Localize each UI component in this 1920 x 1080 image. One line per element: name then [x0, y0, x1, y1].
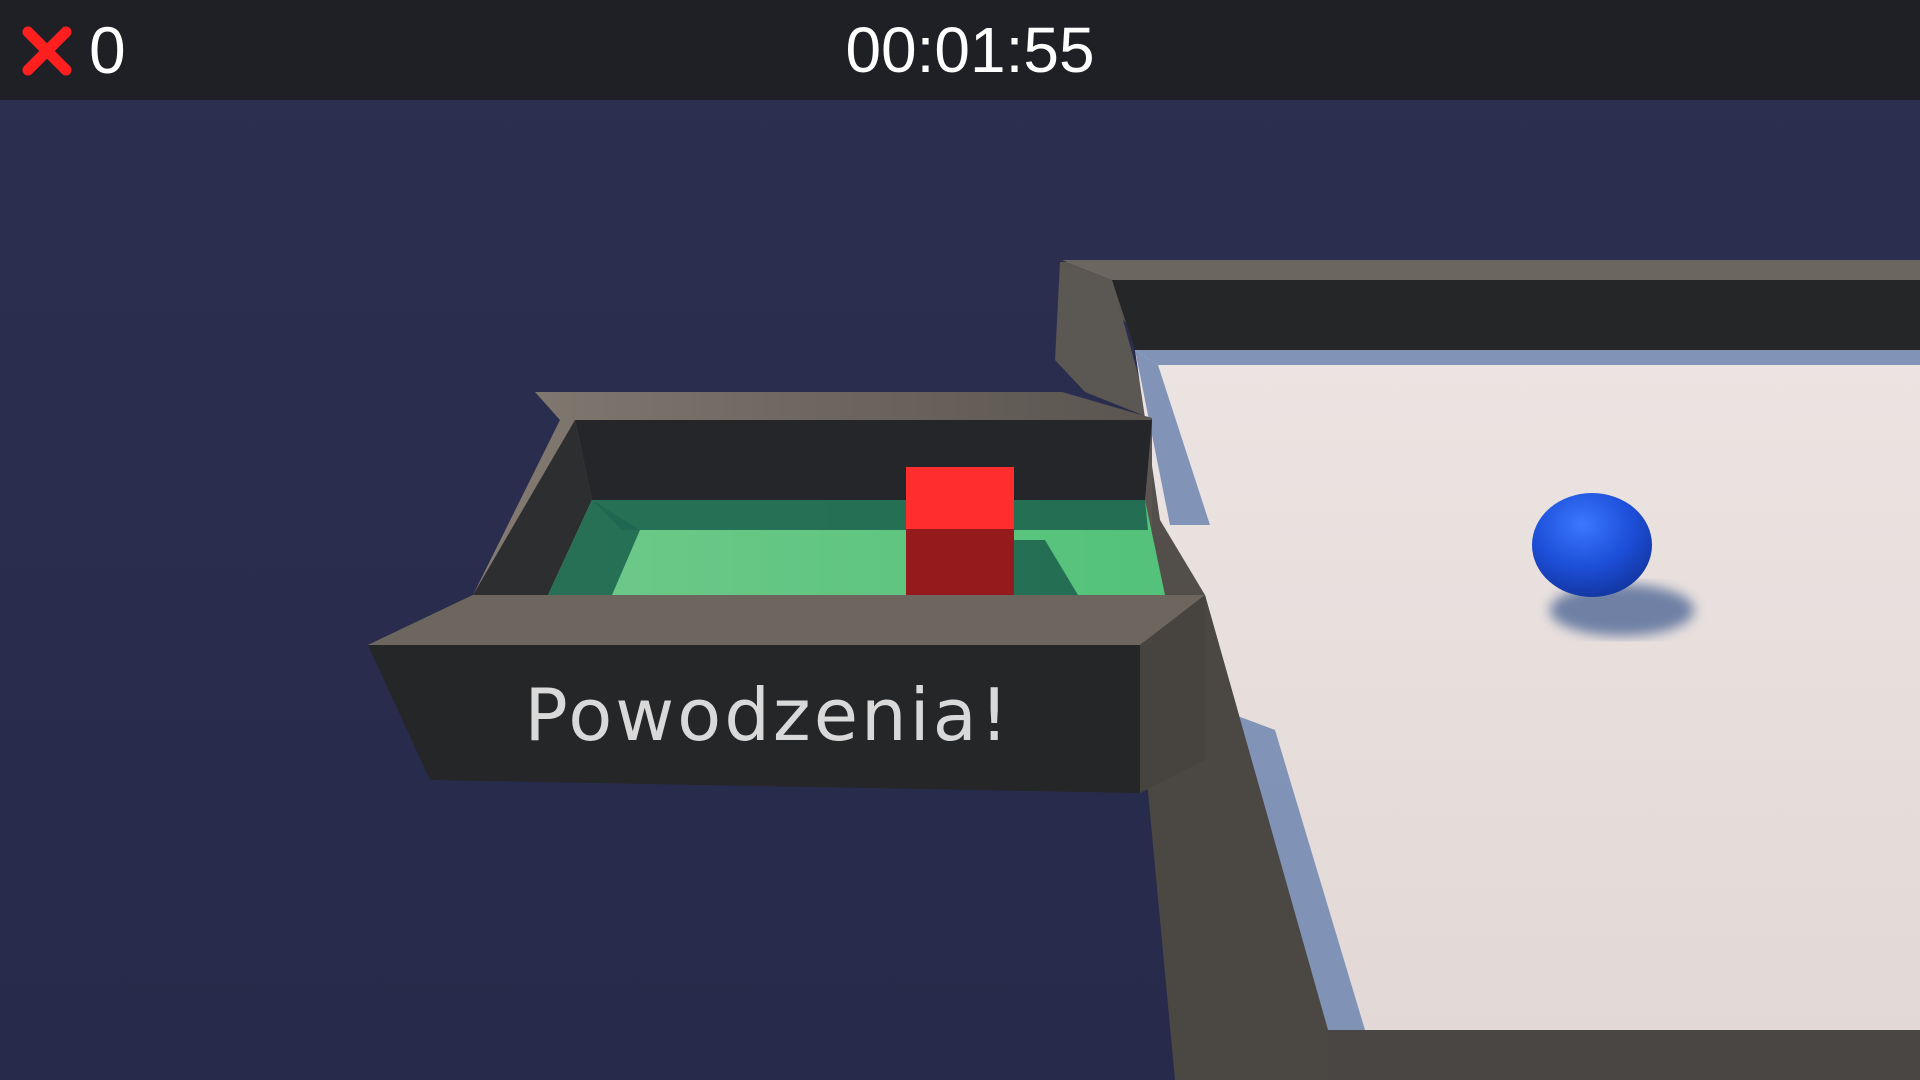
start-box-front-wall-top — [368, 595, 1205, 645]
sign-text: Powodzenia! — [524, 673, 1011, 757]
board-back-wall-face — [1112, 280, 1920, 350]
hud-bar: 0 00:01:55 — [0, 0, 1920, 100]
obstacle-cube-top — [906, 467, 1014, 529]
board-bottom-wall — [1328, 1030, 1920, 1080]
game-scene: Powodzenia! — [0, 0, 1920, 1080]
back-wall-shadow — [1135, 350, 1920, 365]
ball — [1532, 493, 1652, 597]
goal-floor-shadow-back — [592, 500, 1148, 530]
obstacle-cube-front — [906, 529, 1014, 595]
board-back-wall-top — [1062, 260, 1920, 280]
start-box-back-wall — [575, 420, 1152, 500]
timer: 00:01:55 — [845, 14, 1095, 86]
